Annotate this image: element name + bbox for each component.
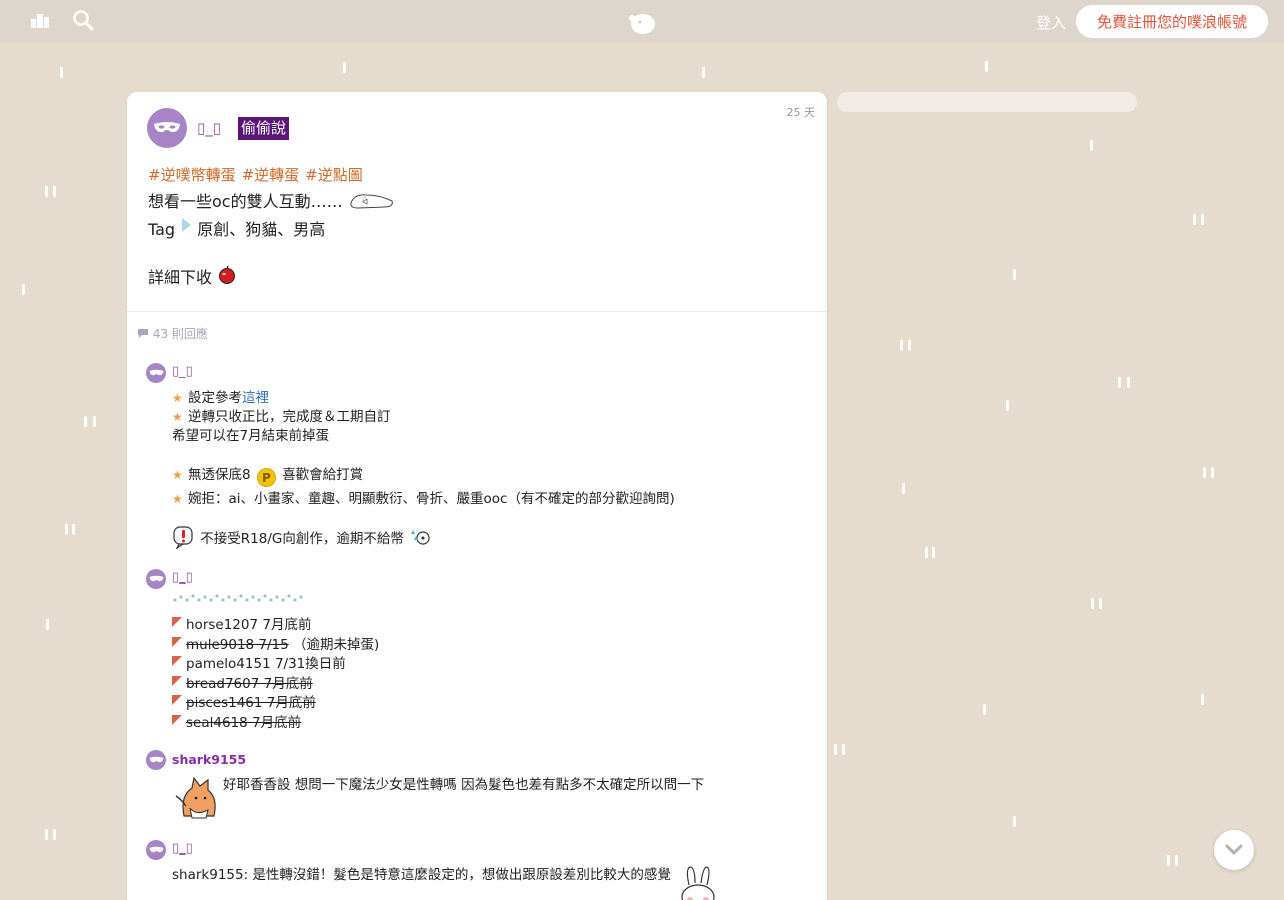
flag-icon bbox=[172, 676, 182, 686]
post-author[interactable]: ▯_▯ bbox=[197, 119, 221, 137]
bunny-sticker-icon bbox=[681, 866, 715, 900]
reply-line: ★ 無透保底8 P 喜歡會給打賞 bbox=[172, 467, 364, 487]
reply-author[interactable]: ▯_▯ bbox=[172, 364, 193, 379]
reply-line: ★ 逆轉只收正比，完成度＆工期自訂 bbox=[172, 409, 391, 425]
tag-link[interactable]: #逆轉蛋 bbox=[242, 166, 300, 184]
city-icon[interactable] bbox=[30, 9, 50, 35]
plurk-card: ▯_▯ 偷偷說 25 天 #逆噗幣轉蛋 #逆轉蛋 #逆點圖 想看一些oc的雙人互動…… bbox=[127, 92, 827, 900]
reply-count: 43 則回應 bbox=[137, 325, 208, 342]
mask-icon bbox=[149, 846, 163, 853]
mask-icon bbox=[149, 756, 163, 763]
sweat-emoticon-icon bbox=[411, 530, 430, 545]
svg-text:ᐛ: ᐛ bbox=[362, 196, 368, 206]
flag-icon bbox=[172, 656, 182, 666]
star-icon: ★ bbox=[172, 492, 183, 506]
entry-line: mule9018 7/15 （逾期未掉蛋) bbox=[172, 633, 379, 653]
emoticon-icon: ᐛ bbox=[350, 194, 393, 209]
warning-bubble-icon bbox=[173, 526, 193, 550]
reply-text: shark9155: 是性轉沒錯！髮色是特意這麼設定的，想做出跟原設差別比較大的… bbox=[172, 863, 721, 900]
flag-icon bbox=[172, 715, 182, 725]
star-icon: ★ bbox=[172, 468, 183, 482]
post-line-1: 想看一些oc的雙人互動…… ᐛ bbox=[148, 188, 396, 212]
tag-list: #逆噗幣轉蛋 #逆轉蛋 #逆點圖 bbox=[148, 164, 369, 185]
fox-sticker-icon bbox=[172, 776, 222, 826]
reply-author[interactable]: ▯_▯ bbox=[172, 570, 193, 585]
tag-prefix: Tag bbox=[148, 220, 176, 239]
mask-icon bbox=[149, 575, 163, 582]
reference-link[interactable]: 這裡 bbox=[242, 390, 269, 406]
login-link[interactable]: 登入 bbox=[1036, 12, 1066, 33]
tag-link[interactable]: #逆噗幣轉蛋 bbox=[148, 166, 236, 184]
reply-line: 希望可以在7月結束前掉蛋 bbox=[172, 428, 330, 444]
apple-icon bbox=[219, 265, 236, 284]
entry-line: seal4618 7月底前 bbox=[172, 711, 301, 731]
post-line-2: Tag 原創、狗貓、男高 bbox=[148, 216, 325, 240]
star-icon: ★ bbox=[172, 391, 183, 405]
entry-line: bread7607 7月底前 bbox=[172, 672, 313, 692]
star-icon: ★ bbox=[172, 410, 183, 424]
flag-icon bbox=[172, 637, 182, 647]
anonymous-badge: 偷偷說 bbox=[238, 117, 290, 140]
reply-line: ★ 婉拒：ai、小畫家、童趣、明顯敷衍、骨折、嚴重ooc（有不確定的部分歡迎詢問) bbox=[172, 491, 675, 507]
plurk-logo-icon[interactable] bbox=[626, 10, 658, 40]
post-time: 25 天 bbox=[786, 106, 816, 119]
mask-icon bbox=[154, 122, 180, 133]
comment-icon bbox=[138, 329, 148, 338]
avatar[interactable] bbox=[147, 108, 187, 148]
reply-avatar[interactable] bbox=[146, 840, 166, 860]
reply-avatar[interactable] bbox=[146, 569, 166, 589]
reply-avatar[interactable] bbox=[146, 363, 166, 383]
entry-line: pisces1461 7月底前 bbox=[172, 691, 316, 711]
search-icon[interactable] bbox=[72, 9, 94, 35]
dotted-divider bbox=[172, 592, 304, 608]
reply-avatar[interactable] bbox=[146, 750, 166, 770]
scroll-down-button[interactable] bbox=[1214, 830, 1254, 870]
triangle-icon bbox=[182, 218, 192, 232]
reply-line: ★ 設定參考這裡 bbox=[172, 390, 269, 406]
dots-decoration-icon bbox=[173, 594, 303, 602]
post-line-3: 詳細下收 bbox=[148, 264, 237, 288]
reply-author[interactable]: ▯_▯ bbox=[172, 841, 193, 856]
reply-text: 好耶香香設 想問一下魔法少女是性轉嗎 因為髮色也差有點多不太確定所以問一下 bbox=[223, 777, 705, 793]
flag-icon bbox=[172, 695, 182, 705]
mask-icon bbox=[149, 369, 163, 376]
divider bbox=[127, 311, 827, 312]
post-text: 詳細下收 bbox=[148, 268, 213, 287]
coin-icon: P bbox=[256, 468, 276, 487]
top-bar: 登入 免費註冊您的噗浪帳號 bbox=[0, 0, 1284, 42]
entry-line: pamelo4151 7/31換日前 bbox=[172, 652, 346, 672]
reply-line: 不接受R18/G向創作，逾期不給幣 bbox=[172, 525, 430, 550]
flag-icon bbox=[172, 617, 182, 627]
post-text: 原創、狗貓、男高 bbox=[197, 220, 326, 239]
signup-button[interactable]: 免費註冊您的噗浪帳號 bbox=[1076, 5, 1268, 38]
post-text: 想看一些oc的雙人互動…… bbox=[148, 192, 343, 211]
chevron-down-icon bbox=[1225, 844, 1243, 855]
reply-author[interactable]: shark9155 bbox=[172, 752, 246, 767]
sidebar-placeholder bbox=[837, 92, 1137, 112]
entry-line: horse1207 7月底前 bbox=[172, 613, 311, 633]
tag-link[interactable]: #逆點圖 bbox=[305, 166, 363, 184]
